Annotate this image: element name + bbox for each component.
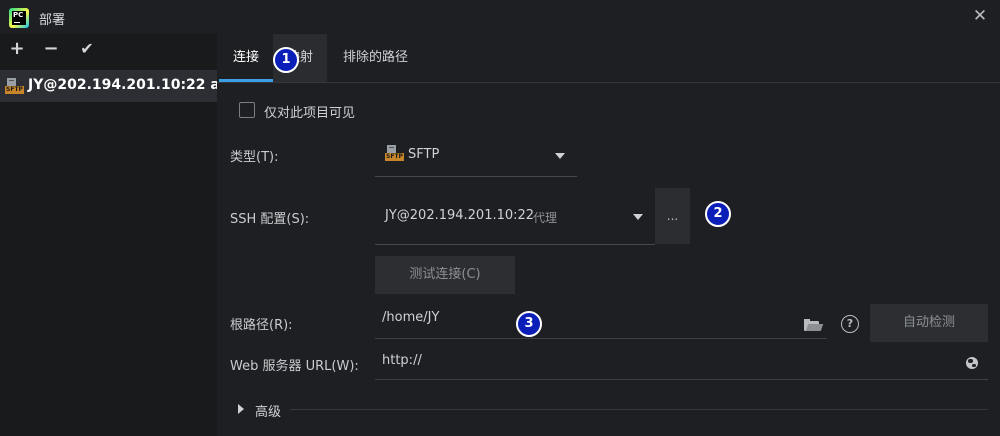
ssh-config-more-button[interactable]: ... (655, 188, 690, 244)
title-bar: PC 部署 ✕ (0, 0, 1000, 34)
tab-connection[interactable]: 连接 (219, 34, 274, 82)
auto-detect-button[interactable]: 自动检测 (870, 304, 988, 342)
ssh-config-value: JY@202.194.201.10:22 (385, 208, 535, 223)
root-path-value: /home/JY (382, 310, 440, 325)
server-label: JY@202.194.201.10:22 agent (28, 77, 217, 93)
type-label: 类型(T): (230, 150, 279, 165)
web-url-value: http:// (382, 353, 422, 368)
chevron-right-icon[interactable] (238, 404, 244, 414)
settings-panel: 连接 映射 排除的路径 1 仅对此项目可见 类型(T): SFTP SFTP S… (217, 34, 1000, 436)
web-url-label: Web 服务器 URL(W): (230, 359, 359, 374)
web-url-input[interactable]: http:// (375, 353, 988, 380)
logo-text: PC (13, 11, 24, 19)
window-title: 部署 (39, 13, 66, 28)
advanced-section-toggle[interactable]: 高级 (255, 401, 281, 420)
check-icon[interactable]: ✔ (76, 38, 98, 60)
close-icon[interactable]: ✕ (970, 6, 990, 26)
tab-bar: 连接 映射 排除的路径 (217, 34, 1000, 83)
chevron-down-icon (555, 153, 565, 159)
help-icon[interactable]: ? (841, 315, 859, 333)
minus-icon[interactable]: − (40, 38, 62, 60)
pycharm-logo-icon: PC (9, 8, 29, 28)
server-list-item[interactable]: SFTP JY@202.194.201.10:22 agent (0, 70, 217, 102)
root-path-input[interactable]: /home/JY (375, 310, 827, 339)
tab-excluded-paths[interactable]: 排除的路径 (329, 34, 422, 82)
globe-icon[interactable] (966, 357, 978, 369)
chevron-down-icon (633, 214, 643, 220)
server-list-toolbar: + − ✔ (0, 34, 217, 66)
ssh-config-dropdown[interactable]: JY@202.194.201.10:22 代理 (375, 188, 655, 245)
sftp-icon: SFTP (385, 145, 404, 161)
advanced-divider (290, 409, 988, 410)
type-dropdown[interactable]: SFTP SFTP (375, 138, 577, 177)
ssh-proxy-suffix: 代理 (533, 211, 558, 225)
type-value: SFTP (408, 147, 440, 162)
server-list-panel: + − ✔ SFTP JY@202.194.201.10:22 agent (0, 34, 217, 436)
test-connection-button[interactable]: 测试连接(C) (375, 256, 515, 294)
badge-2: 2 (705, 201, 731, 227)
badge-3: 3 (516, 311, 542, 337)
visible-only-label: 仅对此项目可见 (264, 106, 356, 121)
folder-icon[interactable] (804, 319, 824, 331)
ssh-config-label: SSH 配置(S): (230, 212, 310, 227)
root-path-label: 根路径(R): (230, 318, 293, 333)
visible-only-checkbox[interactable] (239, 102, 255, 118)
sftp-icon: SFTP (5, 78, 24, 94)
badge-1: 1 (273, 47, 299, 73)
plus-icon[interactable]: + (6, 38, 28, 60)
